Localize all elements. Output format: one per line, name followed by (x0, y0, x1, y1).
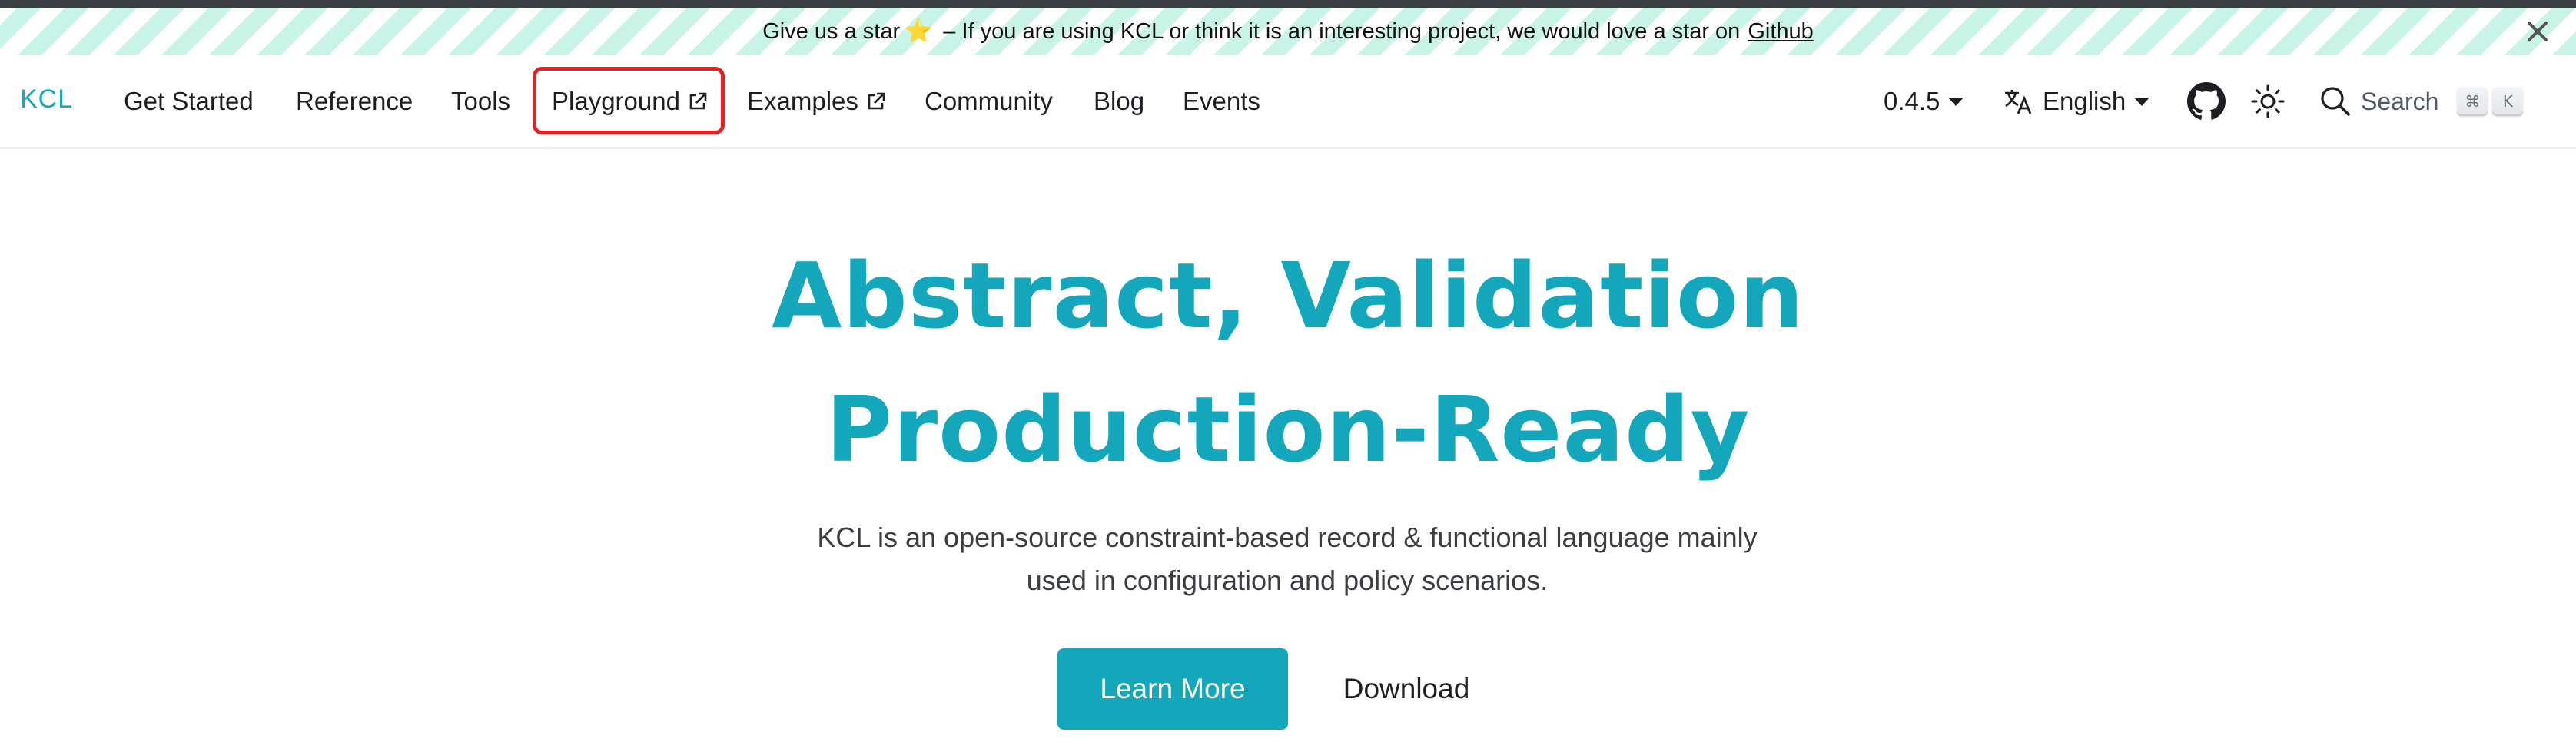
caret-down-icon (2133, 96, 2150, 107)
star-icon: ⭐ (905, 19, 933, 44)
caret-down-icon (1947, 96, 1964, 107)
nav-label: Community (925, 87, 1053, 115)
hero-title-line2: Production-Ready (825, 376, 1751, 482)
sun-icon[interactable] (2250, 84, 2286, 118)
external-link-icon (866, 91, 886, 111)
nav-tools[interactable]: Tools (451, 84, 510, 118)
search-button[interactable]: Search ⌘ K (2319, 80, 2550, 123)
search-icon (2319, 85, 2352, 118)
github-icon[interactable] (2187, 82, 2226, 120)
close-icon[interactable] (2522, 16, 2553, 47)
nav-blog[interactable]: Blog (1094, 84, 1144, 118)
hero-subtitle-line1: KCL is an open-source constraint-based r… (817, 522, 1758, 553)
version-dropdown[interactable]: 0.4.5 (1884, 84, 1964, 118)
hero-subtitle-line2: used in configuration and policy scenari… (1026, 565, 1549, 596)
translate-icon (2003, 86, 2033, 117)
nav-community[interactable]: Community (925, 84, 1053, 118)
browser-top-strip (0, 0, 2576, 8)
nav-examples[interactable]: Examples (747, 84, 886, 118)
version-label: 0.4.5 (1884, 87, 1940, 115)
hero-subtitle: KCL is an open-source constraint-based r… (730, 516, 1844, 602)
navbar: KCL Get Started Reference Tools Playgrou… (0, 55, 2576, 149)
language-dropdown[interactable]: English (2003, 84, 2150, 118)
cmd-key: ⌘ (2457, 87, 2488, 116)
nav-label: Examples (747, 87, 858, 115)
nav-label: Blog (1094, 87, 1145, 115)
announcement-text: Give us a star ⭐ – If you are using KCL o… (762, 19, 1741, 44)
github-link[interactable]: Github (1748, 19, 1813, 45)
nav-reference[interactable]: Reference (296, 84, 413, 118)
highlight-annotation (533, 67, 725, 134)
nav-label: Events (1183, 87, 1260, 115)
announcement-bar: Give us a star ⭐ – If you are using KCL o… (0, 8, 2576, 55)
download-button[interactable]: Download (1314, 648, 1499, 730)
k-key: K (2492, 87, 2524, 116)
search-label: Search (2361, 87, 2439, 115)
nav-label: Tools (451, 87, 511, 115)
nav-label: Get Started (124, 87, 254, 115)
language-label: English (2043, 87, 2126, 115)
nav-get-started[interactable]: Get Started (124, 84, 254, 118)
nav-label: Reference (296, 87, 413, 115)
nav-events[interactable]: Events (1183, 84, 1260, 118)
learn-more-button[interactable]: Learn More (1057, 648, 1288, 730)
logo[interactable]: KCL (20, 84, 73, 114)
hero-title-line1: Abstract, Validation (772, 243, 1804, 349)
